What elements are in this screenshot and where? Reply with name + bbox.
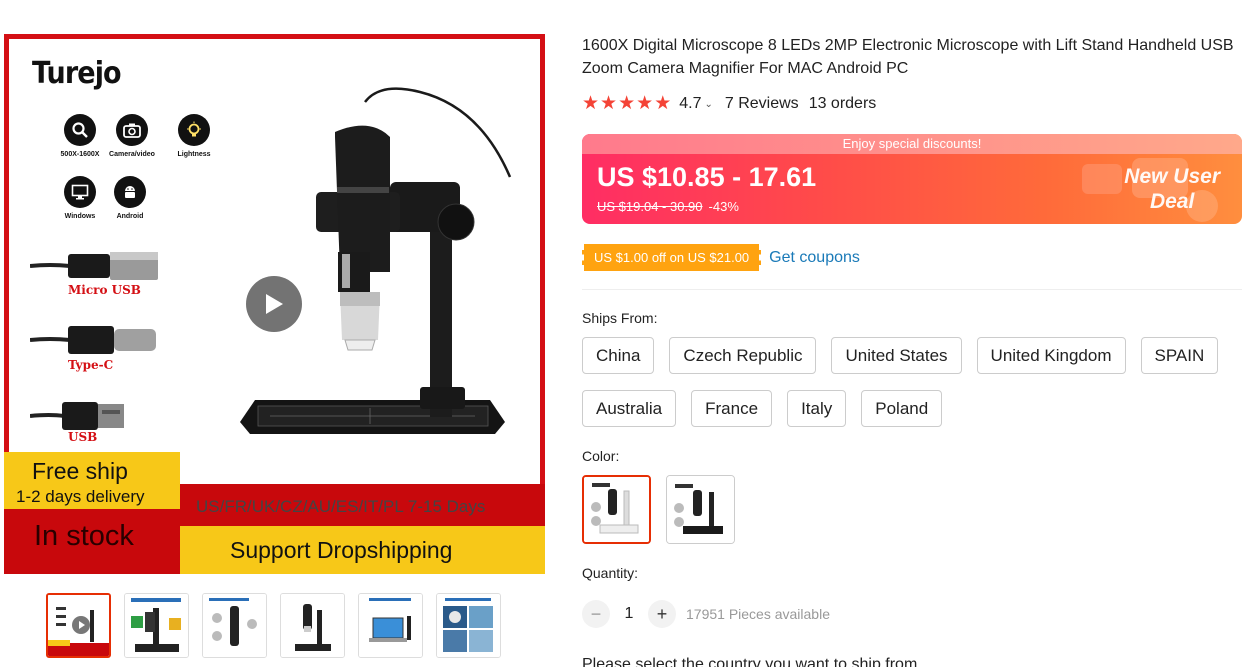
rating-value[interactable]: 4.7 (679, 95, 701, 113)
thumbnail-6[interactable] (436, 593, 501, 658)
ship-option-china[interactable]: China (582, 337, 655, 374)
ships-from-row-2: Australia France Italy Poland (582, 390, 943, 427)
get-coupons-link[interactable]: Get coupons (769, 249, 860, 267)
android-icon (114, 176, 146, 208)
star-icon: ★ (600, 93, 618, 114)
original-price: US $19.04 - 30.90 (597, 199, 703, 214)
star-icon: ★ (654, 93, 672, 114)
product-title: 1600X Digital Microscope 8 LEDs 2MP Elec… (582, 37, 1234, 77)
free-ship-text: Free ship (32, 458, 128, 484)
reviews-link[interactable]: 7 Reviews (725, 95, 799, 113)
delivery-text: 1-2 days delivery (16, 487, 145, 506)
star-icon: ★ (582, 93, 600, 114)
play-video-button[interactable] (246, 276, 302, 332)
camera-icon (116, 114, 148, 146)
thumbnail-2[interactable] (124, 593, 189, 658)
main-product-image[interactable]: Turejo 500X-1600X Camera/video Lightness… (4, 34, 545, 574)
micro-usb-cable-icon (30, 252, 158, 280)
rating-row: ★ ★ ★ ★ ★ 4.7 ⌄ 7 Reviews 13 orders (582, 93, 876, 115)
pieces-available: 17951 Pieces available (686, 606, 830, 622)
feature-android: Android (100, 176, 160, 220)
feature-light: Lightness (164, 114, 224, 158)
shipping-note: Please select the country you want to sh… (582, 656, 918, 667)
thumbnail-1[interactable] (46, 593, 111, 658)
in-stock-text: In stock (34, 520, 134, 552)
coupon-row: US $1.00 off on US $21.00 Get coupons (582, 244, 860, 271)
brand-logo: Turejo (32, 56, 122, 91)
section-divider (582, 289, 1242, 290)
color-label: Color: (582, 448, 620, 464)
thumbnail-4[interactable] (280, 593, 345, 658)
color-option-black[interactable] (666, 475, 735, 544)
ship-option-france[interactable]: France (691, 390, 773, 427)
feature-zoom: 500X-1600X (50, 114, 110, 158)
coupon-tag[interactable]: US $1.00 off on US $21.00 (582, 244, 762, 271)
type-c-label: Type-C (68, 358, 114, 372)
play-icon (266, 294, 283, 314)
feature-camera: Camera/video (102, 114, 162, 158)
thumbnail-strip (46, 593, 501, 658)
current-price: US $10.85 - 17.61 (597, 162, 817, 192)
magnifier-icon (64, 114, 96, 146)
ship-option-australia[interactable]: Australia (582, 390, 677, 427)
star-icon: ★ (618, 93, 636, 114)
ship-option-italy[interactable]: Italy (787, 390, 847, 427)
routes-text: US/FR/UK/CZ/AU/ES/IT/PL 7-15 Days (196, 497, 486, 516)
ship-option-spain[interactable]: SPAIN (1140, 337, 1219, 374)
orders-count: 13 orders (808, 95, 877, 112)
star-icon: ★ (636, 93, 654, 114)
quantity-input[interactable]: 1 (610, 605, 648, 623)
ships-from-label: Ships From: (582, 310, 658, 326)
micro-usb-label: Micro USB (68, 283, 141, 297)
dropshipping-text: Support Dropshipping (230, 537, 453, 563)
decrease-quantity-button[interactable]: − (582, 600, 610, 628)
ships-from-row-1: China Czech Republic United States Unite… (582, 337, 1219, 374)
thumbnail-3[interactable] (202, 593, 267, 658)
chevron-down-icon[interactable]: ⌄ (704, 99, 712, 110)
ship-option-united-kingdom[interactable]: United Kingdom (976, 337, 1126, 374)
ship-option-poland[interactable]: Poland (861, 390, 943, 427)
thumbnail-5[interactable] (358, 593, 423, 658)
star-rating: ★ ★ ★ ★ ★ (582, 93, 671, 115)
quantity-label: Quantity: (582, 565, 639, 581)
type-c-cable-icon (30, 326, 156, 354)
original-price-row: US $19.04 - 30.90 -43% (597, 199, 739, 214)
usb-label: USB (68, 430, 98, 444)
color-options (582, 475, 735, 544)
ship-option-czech-republic[interactable]: Czech Republic (669, 337, 817, 374)
quantity-stepper: − 1 + 17951 Pieces available (582, 600, 830, 628)
banner-top-text: Enjoy special discounts! (582, 134, 1242, 154)
microscope-illustration (240, 87, 512, 434)
color-option-white[interactable] (582, 475, 651, 544)
price-banner: Enjoy special discounts! US $10.85 - 17.… (582, 134, 1242, 224)
monitor-icon (64, 176, 96, 208)
increase-quantity-button[interactable]: + (648, 600, 676, 628)
bulb-icon (178, 114, 210, 146)
discount-percent: -43% (708, 199, 739, 214)
new-user-deal-badge: New User Deal (1124, 165, 1220, 213)
ship-option-united-states[interactable]: United States (831, 337, 962, 374)
